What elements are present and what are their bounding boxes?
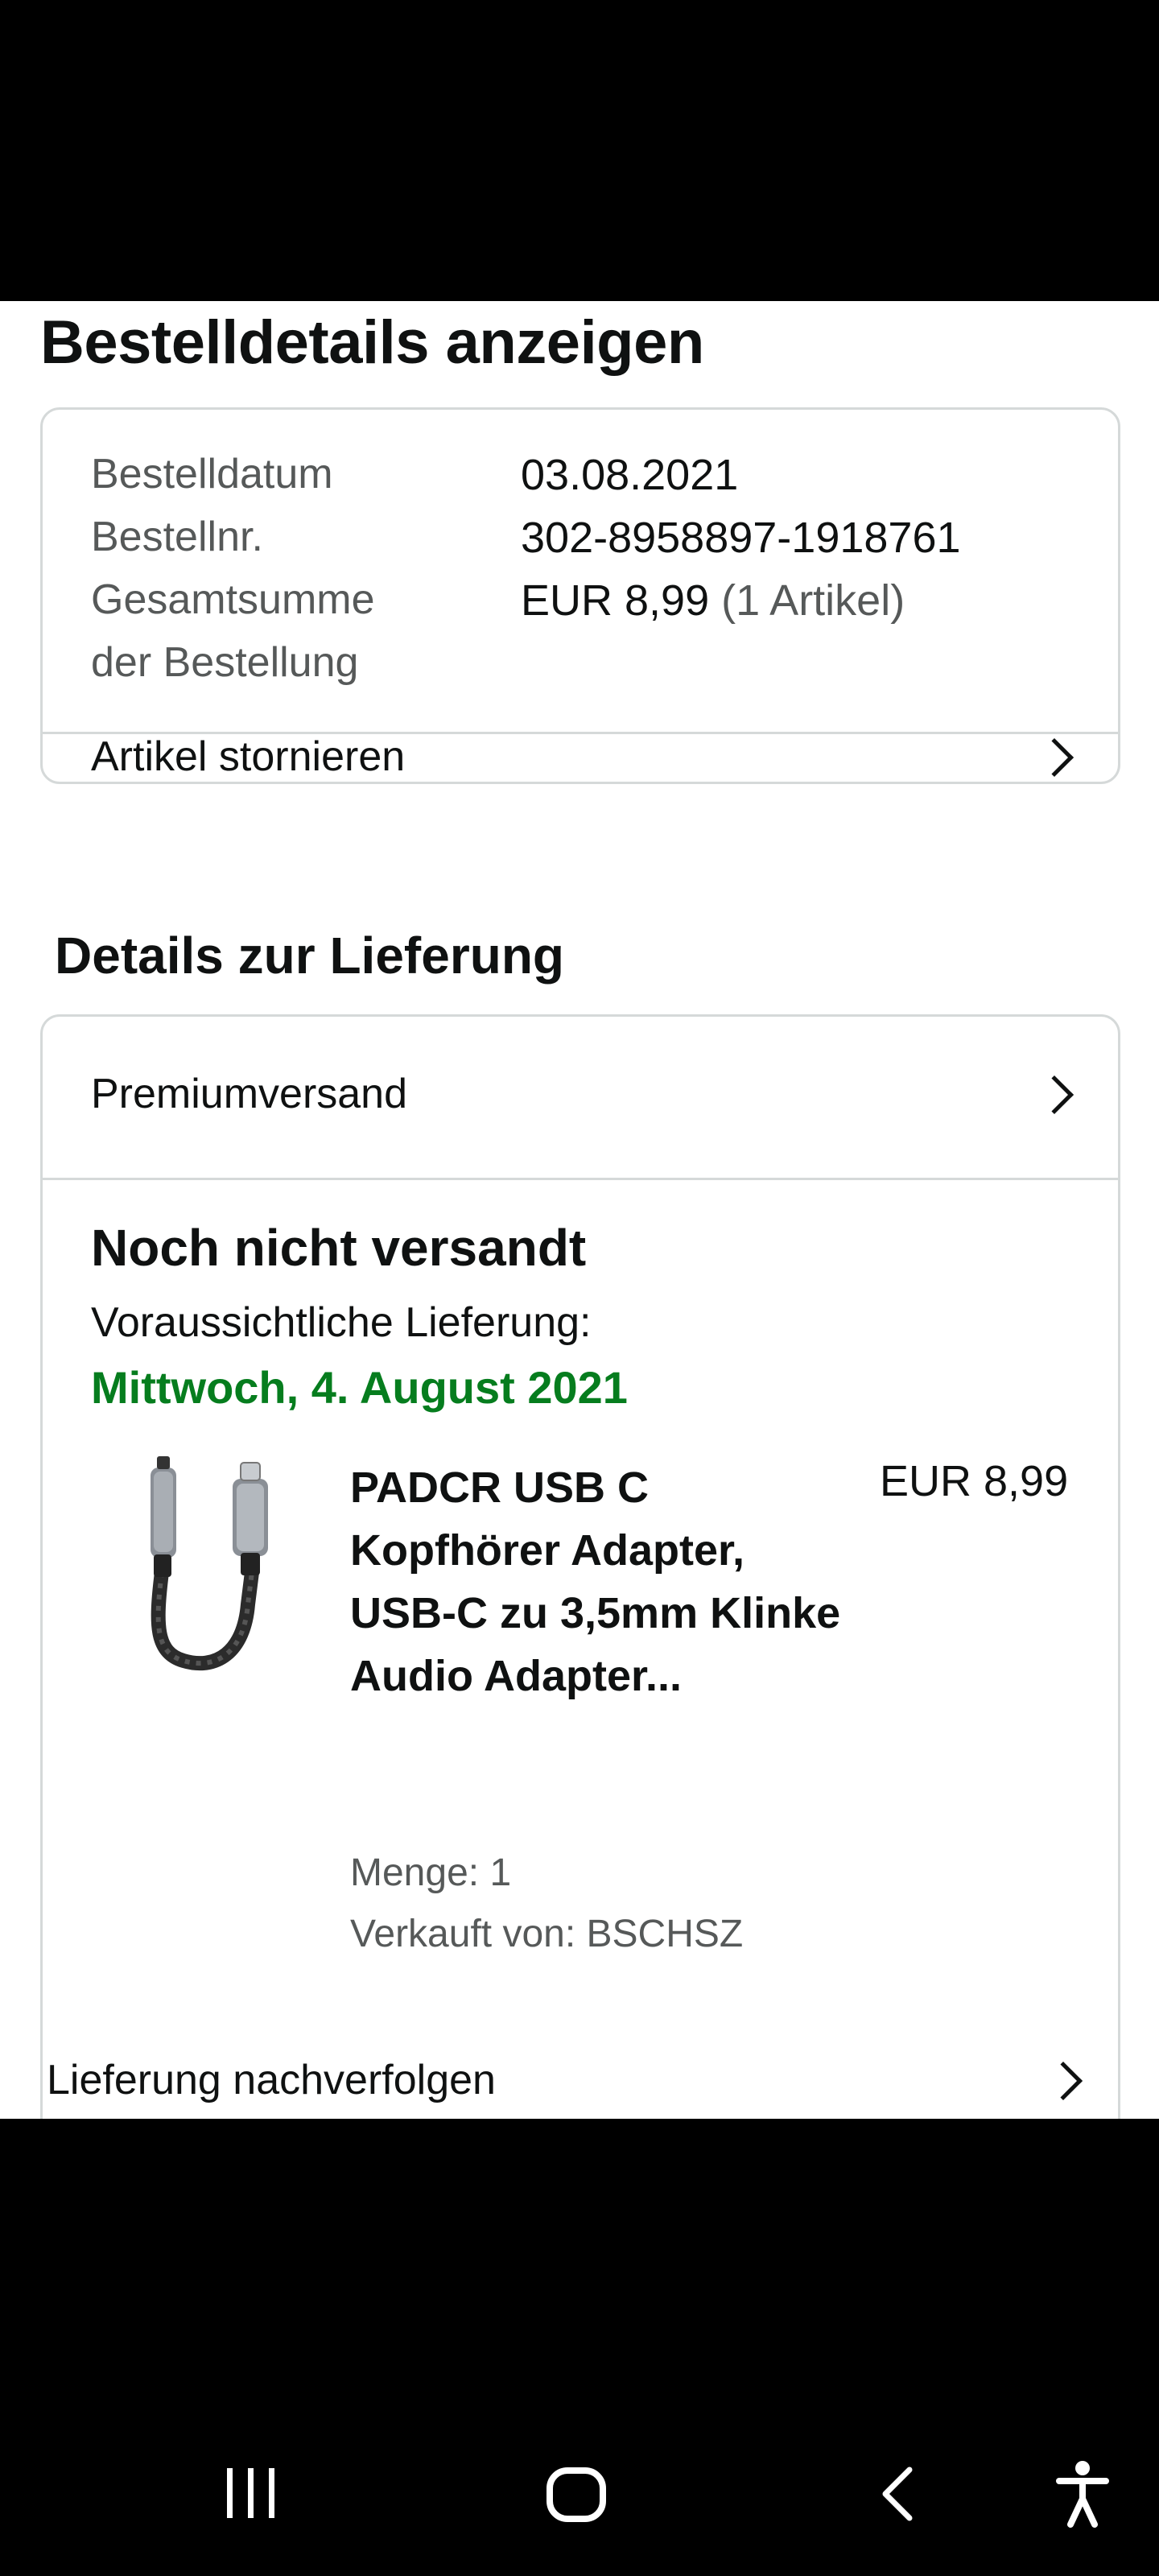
track-delivery-row[interactable]: Lieferung nachverfolgen: [0, 1959, 1159, 2104]
shipping-status: Noch nicht versandt: [91, 1219, 587, 1277]
shipping-method-label: Premiumversand: [91, 1071, 408, 1117]
recent-apps-icon[interactable]: [222, 2465, 280, 2521]
usb-c-audio-adapter-image[interactable]: [123, 1451, 300, 1677]
divider: [43, 1178, 1118, 1180]
product-quantity: Menge: 1: [350, 1852, 512, 1894]
order-total-value: EUR 8,99 (1 Artikel): [521, 576, 905, 625]
order-number-label: Bestellnr.: [91, 514, 263, 560]
order-total-items: (1 Artikel): [721, 576, 905, 625]
estimated-delivery-label: Voraussichtliche Lieferung:: [91, 1299, 592, 1346]
cancel-items-row[interactable]: Artikel stornieren: [43, 733, 1118, 782]
order-date-label: Bestelldatum: [91, 451, 333, 497]
shipping-method-row[interactable]: Premiumversand: [43, 1017, 1118, 1178]
page-title: Bestelldetails anzeigen: [40, 308, 704, 377]
delivery-section-title: Details zur Lieferung: [55, 927, 564, 985]
product-seller: Verkauft von: BSCHSZ: [350, 1913, 744, 1955]
product-price: EUR 8,99: [880, 1457, 1069, 1505]
status-bar-area: [0, 0, 1159, 301]
back-icon[interactable]: [877, 2465, 918, 2523]
order-number-value: 302-8958897-1918761: [521, 514, 961, 562]
order-total-label-line2: der Bestellung: [91, 639, 359, 686]
accessibility-icon[interactable]: [1054, 2460, 1111, 2528]
order-summary-card: Bestelldatum 03.08.2021 Bestellnr. 302-8…: [40, 407, 1120, 784]
chevron-right-icon: [1043, 2061, 1083, 2101]
home-icon[interactable]: [546, 2467, 607, 2523]
delivery-details-card: Premiumversand Noch nicht versandt Vorau…: [40, 1014, 1120, 2119]
order-details-page: Bestelldetails anzeigen Bestelldatum 03.…: [0, 301, 1159, 2119]
order-total-label-line1: Gesamtsumme: [91, 576, 375, 623]
system-navigation-bar: [0, 2119, 1159, 2576]
track-delivery-label: Lieferung nachverfolgen: [47, 2057, 496, 2103]
order-total-amount: EUR 8,99: [521, 576, 710, 625]
product-title-link[interactable]: PADCR USB C Kopfhörer Adapter, USB-C zu …: [350, 1456, 849, 1707]
order-date-value: 03.08.2021: [521, 451, 739, 499]
chevron-right-icon: [1034, 737, 1074, 778]
cancel-items-label: Artikel stornieren: [91, 733, 406, 780]
chevron-right-icon: [1034, 1075, 1074, 1115]
estimated-delivery-date: Mittwoch, 4. August 2021: [91, 1362, 628, 1413]
